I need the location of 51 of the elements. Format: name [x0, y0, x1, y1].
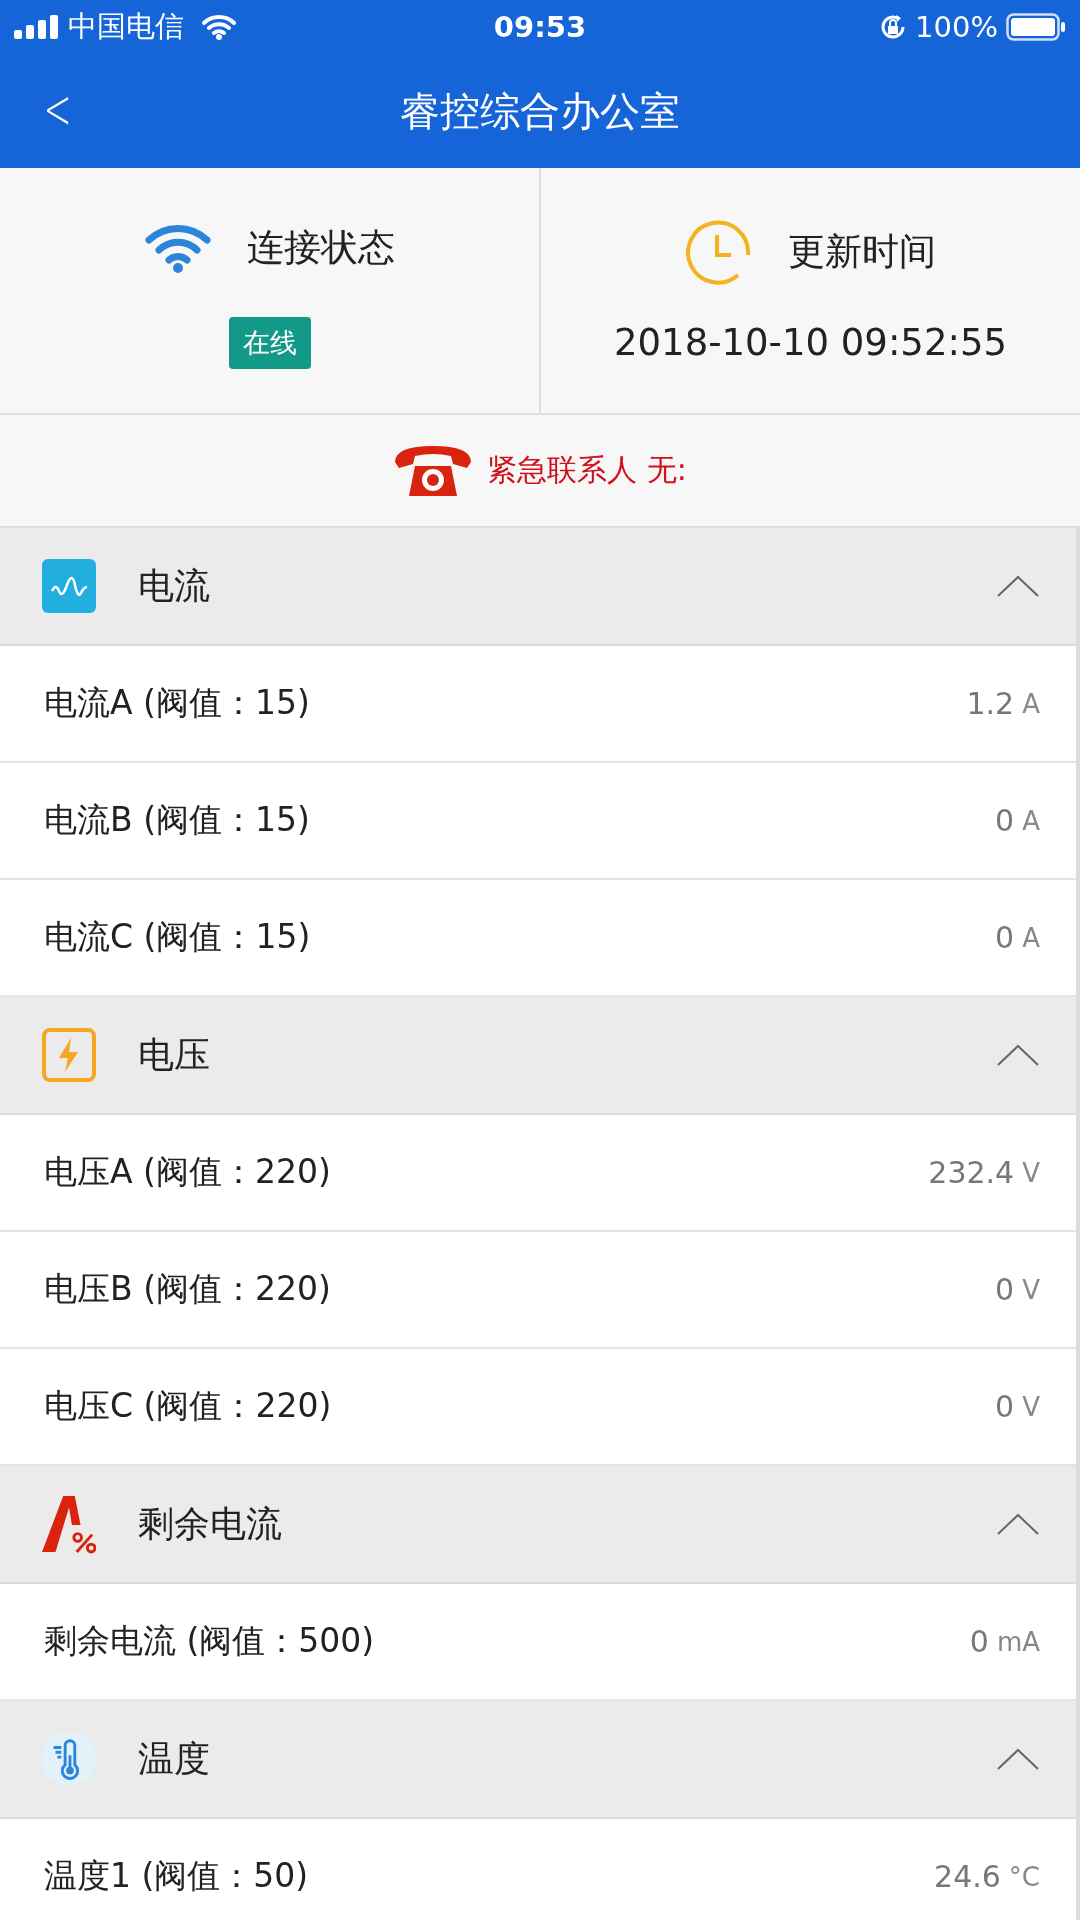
- thermometer-icon: [42, 1731, 96, 1787]
- battery-percent: 100%: [915, 10, 998, 44]
- reading-label: 电流C (阀值：15): [44, 916, 312, 958]
- reading-label: 电压C (阀值：220): [44, 1385, 333, 1427]
- reading-value: 24.6: [934, 1859, 1001, 1894]
- reading-unit: V: [1022, 1274, 1040, 1305]
- chevron-up-icon[interactable]: [996, 1512, 1040, 1536]
- reading-unit: A: [1022, 922, 1040, 953]
- carrier-name: 中国电信: [68, 8, 184, 45]
- reading-value: 232.4: [928, 1155, 1015, 1190]
- status-badge: 在线: [228, 316, 311, 369]
- reading-value: 0: [969, 1624, 989, 1659]
- percent-a-icon: [42, 1493, 96, 1555]
- reading-label: 电流B (阀值：15): [44, 799, 311, 841]
- wave-icon: [42, 559, 96, 613]
- update-time: 2018-10-10 09:52:55: [614, 321, 1007, 364]
- lightning-icon: [42, 1028, 96, 1082]
- wifi-icon: [202, 14, 236, 40]
- reading-value: 1.2: [966, 686, 1015, 721]
- card-label: 连接状态: [246, 224, 395, 271]
- reading-label: 温度1 (阀值：50): [44, 1855, 310, 1897]
- emergency-contact: 紧急联系人 无:: [487, 451, 687, 489]
- reading-unit: mA: [996, 1626, 1040, 1657]
- battery-icon: [1006, 13, 1066, 41]
- card-label: 更新时间: [787, 229, 936, 275]
- reading-value: 0: [995, 1389, 1015, 1424]
- section-title: 电流: [138, 563, 211, 608]
- back-button[interactable]: <: [39, 84, 76, 134]
- reading-label: 电压B (阀值：220): [44, 1268, 332, 1310]
- section-title: 电压: [138, 1032, 211, 1077]
- reading-value: 0: [995, 803, 1015, 838]
- chevron-up-icon[interactable]: [996, 574, 1040, 598]
- reading-unit: V: [1022, 1391, 1040, 1422]
- reading-unit: °C: [1008, 1861, 1040, 1892]
- reading-label: 剩余电流 (阀值：500): [44, 1620, 376, 1662]
- reading-unit: V: [1022, 1157, 1040, 1188]
- section-title: 剩余电流: [138, 1501, 283, 1546]
- clock-time: 09:53: [493, 10, 587, 44]
- wifi-icon: [144, 222, 211, 273]
- reading-value: 0: [995, 920, 1015, 955]
- clock-icon: [685, 219, 752, 285]
- reading-value: 0: [995, 1272, 1015, 1307]
- section-title: 温度: [138, 1736, 211, 1781]
- page-title: 睿控综合办公室: [400, 86, 680, 136]
- reading-label: 电流A (阀值：15): [44, 682, 311, 724]
- reading-unit: A: [1022, 805, 1040, 836]
- chevron-up-icon[interactable]: [996, 1747, 1040, 1771]
- signal-icon: [14, 15, 60, 39]
- reading-label: 电压A (阀值：220): [44, 1151, 332, 1193]
- reading-unit: A: [1022, 688, 1040, 719]
- chevron-up-icon[interactable]: [996, 1043, 1040, 1067]
